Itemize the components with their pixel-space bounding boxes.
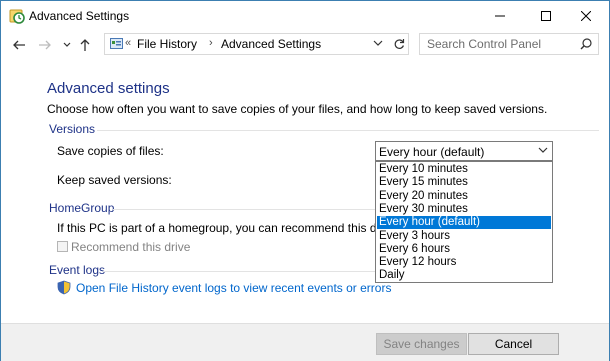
save-copies-dropdown-list[interactable]: Every 10 minutes Every 15 minutes Every 20… — [375, 161, 553, 283]
advanced-settings-window: Advanced Settings « File History › Advan… — [0, 0, 610, 361]
versions-group-label: Versions — [49, 122, 96, 136]
homegroup-group-label: HomeGroup — [49, 201, 115, 215]
dropdown-option[interactable]: Every 15 minutes — [377, 176, 551, 189]
event-logs-divider — [103, 271, 375, 272]
search-input[interactable] — [420, 34, 577, 54]
shield-icon — [57, 280, 71, 298]
maximize-icon — [541, 11, 551, 21]
save-copies-select[interactable]: Every hour (default) — [375, 141, 553, 161]
refresh-button[interactable] — [389, 33, 409, 55]
breadcrumb-overflow[interactable]: « — [125, 37, 131, 49]
page-title: Advanced settings — [47, 80, 170, 97]
back-button[interactable] — [11, 37, 27, 53]
cancel-button[interactable]: Cancel — [468, 333, 559, 355]
recommend-drive-label: Recommend this drive — [71, 240, 191, 254]
save-copies-label: Save copies of files: — [57, 144, 164, 158]
dropdown-option[interactable]: Every 10 minutes — [377, 163, 551, 176]
footer-bar: Save changes Cancel — [1, 323, 609, 361]
save-changes-button[interactable]: Save changes — [376, 333, 467, 355]
recent-locations-button[interactable] — [59, 37, 75, 53]
keep-versions-label: Keep saved versions: — [57, 173, 172, 187]
breadcrumb-file-history[interactable]: File History — [137, 37, 197, 51]
minimize-icon — [495, 15, 505, 17]
chevron-down-icon — [63, 42, 71, 47]
title-bar: Advanced Settings — [1, 1, 609, 31]
close-button[interactable] — [563, 1, 609, 31]
recommend-drive-checkbox[interactable] — [57, 241, 68, 252]
refresh-icon — [394, 39, 404, 49]
event-logs-group-label: Event logs — [49, 263, 106, 277]
dropdown-option[interactable]: Every 12 hours — [377, 256, 551, 269]
breadcrumb-advanced-settings[interactable]: Advanced Settings — [221, 37, 321, 51]
back-arrow-icon — [13, 40, 25, 50]
dropdown-option[interactable]: Every 20 minutes — [377, 190, 551, 203]
address-dropdown-button[interactable] — [373, 37, 383, 52]
dropdown-option[interactable]: Every hour (default) — [377, 216, 551, 230]
search-box[interactable] — [419, 33, 599, 55]
homegroup-description: If this PC is part of a homegroup, you c… — [57, 221, 375, 235]
chevron-down-icon — [538, 147, 548, 153]
up-button[interactable] — [77, 37, 93, 53]
up-arrow-icon — [80, 39, 90, 51]
breadcrumb-separator[interactable]: › — [209, 37, 213, 49]
homegroup-divider — [113, 209, 375, 210]
dropdown-option[interactable]: Every 3 hours — [377, 230, 551, 243]
close-icon — [581, 11, 591, 21]
chevron-down-icon — [373, 40, 383, 46]
save-copies-value: Every hour (default) — [379, 145, 485, 159]
window-title: Advanced Settings — [29, 9, 130, 23]
control-panel-icon — [110, 37, 123, 53]
address-bar[interactable]: « File History › Advanced Settings — [104, 33, 409, 55]
forward-button[interactable] — [37, 37, 53, 53]
dropdown-option[interactable]: Every 30 minutes — [377, 203, 551, 216]
event-logs-link[interactable]: Open File History event logs to view rec… — [76, 281, 391, 295]
dropdown-option[interactable]: Daily — [377, 269, 551, 282]
forward-arrow-icon — [39, 40, 51, 50]
minimize-button[interactable] — [477, 1, 523, 31]
file-history-icon — [9, 8, 25, 24]
dropdown-option[interactable]: Every 6 hours — [377, 243, 551, 256]
page-description: Choose how often you want to save copies… — [47, 102, 548, 116]
versions-divider — [97, 130, 599, 131]
search-icon[interactable] — [580, 38, 592, 53]
